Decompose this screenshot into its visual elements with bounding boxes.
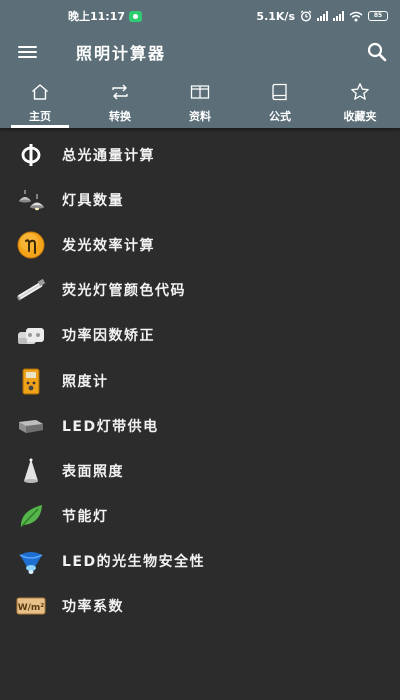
list-item-power-coefficient[interactable]: W/m² 功率系数: [0, 584, 400, 629]
alarm-icon: [300, 10, 312, 22]
lamps-icon: [19, 189, 44, 210]
signal-icon-2: [333, 11, 344, 21]
tube-icon: [17, 279, 46, 301]
item-icon-wrap: [16, 230, 46, 260]
menu-icon-line: [18, 51, 37, 53]
item-icon-wrap: [16, 140, 46, 170]
item-label: 节能灯: [62, 509, 109, 526]
wm2-icon: W/m²: [16, 597, 46, 615]
tab-label: 主页: [29, 110, 51, 123]
list-item-power-factor-correction[interactable]: 功率因数矫正: [0, 313, 400, 358]
item-label: 灯具数量: [62, 192, 124, 209]
tab-convert[interactable]: 转换: [80, 72, 160, 128]
item-label: LED的光生物安全性: [62, 554, 206, 571]
search-icon[interactable]: [366, 41, 388, 63]
tab-label: 转换: [109, 110, 131, 123]
item-icon-wrap: [16, 320, 46, 350]
item-label: 功率因数矫正: [62, 328, 155, 345]
leaf-icon: [20, 505, 42, 528]
open-book-icon: [190, 85, 210, 99]
chat-notification-icon: [129, 10, 143, 22]
status-left: 晚上11:17: [68, 8, 143, 24]
network-speed: 5.1K/s: [256, 9, 295, 23]
item-label: 荧光灯管颜色代码: [62, 283, 186, 300]
status-bar: 晚上11:17 5.1K/s 85: [0, 0, 400, 32]
list-item-lux-meter[interactable]: 照度计: [0, 358, 400, 403]
item-label: 照度计: [62, 373, 109, 390]
app-title: 照明计算器: [76, 44, 167, 63]
item-icon-wrap: [16, 456, 46, 486]
menu-button[interactable]: [18, 41, 40, 63]
tab-label: 资料: [189, 110, 211, 123]
tab-home[interactable]: 主页: [0, 72, 80, 128]
menu-icon-line: [18, 56, 37, 58]
book-icon: [272, 83, 287, 101]
lux-meter-icon: [22, 368, 40, 395]
tab-formulas[interactable]: 公式: [240, 72, 320, 128]
power-supply-icon: [19, 419, 43, 433]
status-right: 5.1K/s 85: [256, 10, 388, 23]
blue-light-icon: [19, 552, 43, 575]
wm2-badge-text: W/m²: [18, 603, 45, 613]
item-icon-wrap: [16, 501, 46, 531]
menu-icon-line: [18, 46, 37, 48]
tab-bar: 主页 转换 资料 公式 收藏夹: [0, 72, 400, 128]
list-item-surface-illuminance[interactable]: 表面照度: [0, 448, 400, 493]
list-item-led-photobiological-safety[interactable]: LED的光生物安全性: [0, 539, 400, 584]
item-label: 总光通量计算: [62, 147, 155, 164]
item-label: 表面照度: [62, 463, 124, 480]
home-icon: [32, 84, 48, 100]
status-time: 晚上11:17: [68, 10, 126, 23]
signal-icon: [317, 11, 328, 21]
item-icon-wrap: [16, 275, 46, 305]
item-icon-wrap: W/m²: [16, 591, 46, 621]
item-icon-wrap: [16, 546, 46, 576]
swap-icon: [112, 84, 128, 100]
tab-favorites[interactable]: 收藏夹: [320, 72, 400, 128]
list-item-total-luminous-flux[interactable]: 总光通量计算: [0, 132, 400, 177]
star-icon: [351, 83, 369, 100]
battery-icon: 85: [368, 11, 388, 21]
item-icon-wrap: [16, 366, 46, 396]
calculator-list: 总光通量计算 灯具数量 发光效率计算 荧光灯管颜色代码 功率因数矫正 照度计 L…: [0, 128, 400, 629]
item-label: LED灯带供电: [62, 418, 159, 435]
list-item-energy-saving-lamp[interactable]: 节能灯: [0, 494, 400, 539]
app-bar: 照明计算器: [0, 32, 400, 72]
list-item-fixture-count[interactable]: 灯具数量: [0, 177, 400, 222]
tab-materials[interactable]: 资料: [160, 72, 240, 128]
list-item-luminous-efficacy[interactable]: 发光效率计算: [0, 222, 400, 267]
item-label: 发光效率计算: [62, 237, 155, 254]
eta-icon: [17, 231, 45, 259]
item-label: 功率系数: [62, 599, 124, 616]
wifi-icon: [349, 11, 363, 21]
capacitor-icon: [18, 328, 44, 345]
tab-label: 公式: [269, 110, 291, 123]
item-icon-wrap: [16, 185, 46, 215]
tab-label: 收藏夹: [343, 110, 377, 123]
list-item-led-strip-power[interactable]: LED灯带供电: [0, 403, 400, 448]
item-icon-wrap: [16, 411, 46, 441]
phi-icon: [21, 143, 41, 166]
list-item-fluorescent-color-code[interactable]: 荧光灯管颜色代码: [0, 268, 400, 313]
cone-light-icon: [24, 458, 38, 483]
